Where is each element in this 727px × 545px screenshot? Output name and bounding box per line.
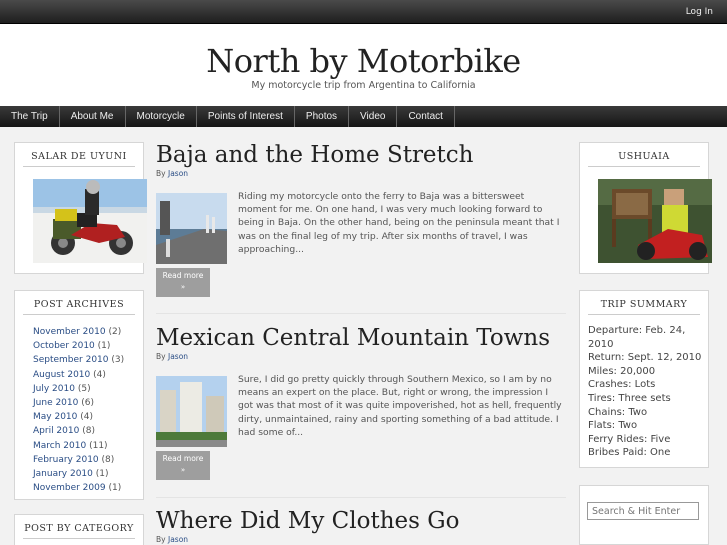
site-title[interactable]: North by Motorbike	[0, 42, 727, 80]
read-more-label: Read more	[162, 454, 204, 463]
archive-count: (4)	[93, 369, 106, 380]
nav-item-video[interactable]: Video	[349, 106, 398, 127]
post-divider	[156, 497, 566, 498]
read-more-label: Read more	[162, 271, 204, 280]
widget-title: SALAR DE UYUNI	[23, 151, 135, 167]
post-title[interactable]: Baja and the Home Stretch	[156, 142, 474, 168]
list-item: November 2010 (2)	[33, 325, 124, 339]
site-header: North by Motorbike My motorcycle trip fr…	[0, 24, 727, 106]
archive-count: (4)	[80, 412, 93, 423]
login-link[interactable]: Log In	[686, 7, 713, 17]
archive-count: (1)	[108, 483, 122, 494]
read-more-button[interactable]: Read more »	[156, 268, 210, 297]
archive-link[interactable]: April 2010	[33, 426, 79, 436]
archive-link[interactable]: May 2010	[33, 412, 77, 422]
list-item: October 2010 (1)	[33, 339, 124, 353]
author-link[interactable]: Jason	[168, 535, 188, 544]
list-item: March 2010 (11)	[33, 439, 124, 453]
archive-link[interactable]: June 2010	[33, 398, 78, 408]
post-excerpt: Sure, I did go pretty quickly through So…	[238, 374, 562, 438]
summary-item: Crashes: Lots	[588, 379, 656, 391]
author-link[interactable]: Jason	[168, 169, 188, 178]
widget-title: TRIP SUMMARY	[588, 299, 700, 315]
archive-count: (8)	[82, 426, 95, 437]
list-item: September 2010 (3)	[33, 353, 124, 367]
widget-title: POST BY CATEGORY	[23, 523, 135, 539]
ushuaia-photo[interactable]	[598, 179, 712, 263]
archive-link[interactable]: July 2010	[33, 384, 75, 394]
archive-count: (11)	[89, 440, 108, 451]
nav-item-contact[interactable]: Contact	[397, 106, 455, 127]
post-divider	[156, 313, 566, 314]
trip-summary-widget: TRIP SUMMARY Departure: Feb. 24, 2010 Re…	[579, 290, 709, 468]
read-more-button[interactable]: Read more »	[156, 451, 210, 480]
archives-widget: POST ARCHIVES November 2010 (2) October …	[14, 290, 144, 500]
post-title[interactable]: Mexican Central Mountain Towns	[156, 325, 550, 351]
list-item: January 2010 (1)	[33, 467, 124, 481]
summary-item: Chains: Two	[588, 406, 648, 418]
archive-link[interactable]: January 2010	[33, 469, 93, 479]
post-thumbnail[interactable]	[156, 376, 227, 447]
list-item: April 2010 (8)	[33, 424, 124, 438]
author-link[interactable]: Jason	[168, 352, 188, 361]
summary-item: Departure: Feb. 24, 2010	[588, 325, 686, 350]
archive-count: (1)	[95, 469, 109, 480]
summary-item: Tires: Three sets	[588, 392, 671, 404]
post-byline: By Jason	[156, 535, 188, 544]
archive-count: (6)	[81, 398, 94, 409]
read-more-arrow-icon: »	[180, 283, 186, 291]
list-item: February 2010 (8)	[33, 453, 124, 467]
main-nav: The Trip About Me Motorcycle Points of I…	[0, 106, 727, 127]
summary-item: Flats: Two	[588, 420, 638, 432]
widget-title: POST ARCHIVES	[23, 299, 135, 315]
nav-item-the-trip[interactable]: The Trip	[0, 106, 60, 127]
nav-item-points-of-interest[interactable]: Points of Interest	[197, 106, 295, 127]
list-item: May 2010 (4)	[33, 410, 124, 424]
archive-link[interactable]: February 2010	[33, 455, 99, 465]
post-byline: By Jason	[156, 169, 188, 178]
archive-count: (8)	[101, 454, 115, 465]
read-more-arrow-icon: »	[180, 466, 186, 474]
archive-count: (1)	[97, 341, 111, 352]
list-item: July 2010 (5)	[33, 382, 124, 396]
post-thumbnail[interactable]	[156, 193, 227, 264]
trip-summary-list: Departure: Feb. 24, 2010 Return: Sept. 1…	[588, 324, 708, 460]
archive-link[interactable]: October 2010	[33, 341, 95, 351]
archive-link[interactable]: September 2010	[33, 355, 109, 365]
nav-item-photos[interactable]: Photos	[295, 106, 350, 127]
salar-photo[interactable]	[33, 179, 147, 263]
ushuaia-photo-widget: USHUAIA	[579, 142, 712, 274]
list-item: November 2009 (1)	[33, 481, 124, 495]
post-title[interactable]: Where Did My Clothes Go	[156, 508, 459, 534]
summary-item: Miles: 20,000	[588, 365, 656, 377]
post-byline: By Jason	[156, 352, 188, 361]
archive-count: (2)	[108, 327, 122, 337]
summary-item: Ferry Rides: Five	[588, 433, 671, 445]
salar-photo-widget: SALAR DE UYUNI	[14, 142, 147, 274]
top-bar: Log In	[0, 0, 727, 24]
widget-title: USHUAIA	[588, 151, 700, 167]
byline-label: By	[156, 535, 166, 544]
archive-link[interactable]: March 2010	[33, 441, 86, 451]
summary-item: Return: Sept. 12, 2010	[588, 352, 702, 364]
archive-link[interactable]: August 2010	[33, 370, 90, 380]
category-widget: POST BY CATEGORY	[14, 514, 144, 545]
list-item: August 2010 (4)	[33, 368, 124, 382]
summary-item: Bribes Paid: One	[588, 447, 671, 459]
site-tagline: My motorcycle trip from Argentina to Cal…	[251, 80, 476, 91]
archive-link[interactable]: November 2010	[33, 327, 106, 337]
archive-count: (3)	[111, 355, 125, 366]
nav-item-motorcycle[interactable]: Motorcycle	[126, 106, 197, 127]
list-item: June 2010 (6)	[33, 396, 124, 410]
archive-count: (5)	[77, 383, 91, 394]
archive-list: November 2010 (2) October 2010 (1) Septe…	[33, 325, 124, 495]
archive-link[interactable]: November 2009	[33, 483, 106, 493]
post-excerpt: Riding my motorcycle onto the ferry to B…	[238, 191, 560, 255]
nav-item-about-me[interactable]: About Me	[60, 106, 126, 127]
byline-label: By	[156, 352, 166, 361]
byline-label: By	[156, 169, 166, 178]
search-input[interactable]	[587, 502, 699, 520]
